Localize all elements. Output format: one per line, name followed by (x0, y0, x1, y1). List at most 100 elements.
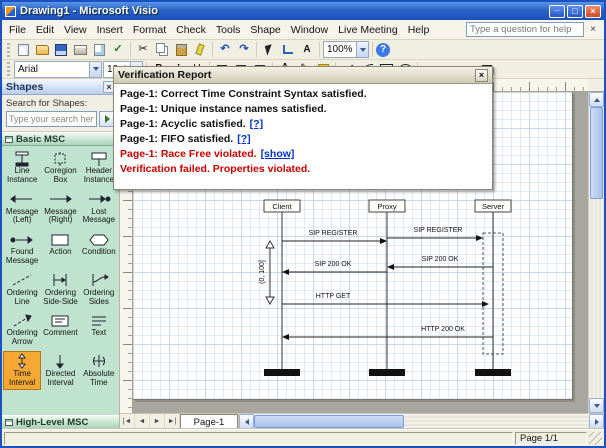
message-http-get[interactable]: HTTP GET (282, 293, 489, 307)
lifeline-client-end-bar[interactable] (264, 369, 300, 376)
redo-button[interactable] (235, 41, 253, 58)
paste-button[interactable] (172, 41, 190, 58)
scroll-up-button[interactable] (589, 92, 604, 107)
maximize-button[interactable] (567, 4, 583, 18)
menu-help[interactable]: Help (403, 21, 435, 39)
shape-item-action[interactable]: Action (41, 229, 79, 268)
lifeline-proxy-end-bar[interactable] (369, 369, 405, 376)
lifeline-server-end-bar[interactable] (475, 369, 511, 376)
report-show-link[interactable]: [show] (261, 148, 295, 160)
horizontal-scroll-thumb[interactable] (254, 415, 404, 428)
format-painter-button[interactable] (191, 41, 209, 58)
shape-item-ordering-line[interactable]: Ordering Line (3, 270, 41, 309)
chevron-down-icon[interactable] (356, 42, 368, 57)
report-line-link[interactable]: [?] (250, 118, 263, 130)
zoom-combo[interactable]: 100% (323, 41, 369, 58)
first-page-button[interactable]: |◄ (120, 414, 135, 429)
menu-edit[interactable]: Edit (31, 21, 59, 39)
verification-report-titlebar[interactable]: Verification Report (114, 67, 492, 84)
menu-window[interactable]: Window (286, 21, 333, 39)
text-tool-button[interactable] (298, 41, 316, 58)
close-button[interactable] (585, 4, 601, 18)
shape-item-ordering-arrow[interactable]: Ordering Arrow (3, 310, 41, 349)
shape-item-lost-message[interactable]: Lost Message (80, 189, 118, 228)
toolbar-grip[interactable] (7, 42, 10, 57)
report-line-link[interactable]: [?] (237, 133, 250, 145)
scroll-left-button[interactable] (239, 414, 254, 429)
menu-live-meeting[interactable]: Live Meeting (333, 21, 403, 39)
stencil-basic-msc[interactable]: Basic MSC (2, 132, 119, 146)
shape-item-directed-interval[interactable]: Directed Interval (41, 351, 79, 390)
shape-item-line-instance[interactable]: Line Instance (3, 148, 41, 187)
shape-item-coregion-box[interactable]: Coregion Box (41, 148, 79, 187)
connector-tool-button[interactable] (279, 41, 297, 58)
shape-item-ordering-side-side[interactable]: Ordering Side-Side (41, 270, 79, 309)
lifeline-proxy[interactable]: Proxy (368, 199, 406, 376)
menu-tools[interactable]: Tools (211, 21, 246, 39)
shape-search-input[interactable] (6, 111, 97, 127)
shape-item-ordering-sides[interactable]: Ordering Sides (80, 270, 118, 309)
horizontal-scrollbar[interactable] (238, 414, 604, 429)
message-label: HTTP 200 OK (421, 326, 465, 333)
vertical-scroll-track[interactable] (589, 107, 604, 398)
shape-item-absolute-time[interactable]: Absolute Time (80, 351, 118, 390)
menu-insert[interactable]: Insert (92, 21, 128, 39)
verification-report-close-button[interactable] (475, 68, 488, 82)
menu-shape[interactable]: Shape (245, 21, 285, 39)
help-search-input[interactable] (466, 22, 584, 37)
shape-item-time-interval[interactable]: Time Interval (3, 350, 42, 390)
cut-button[interactable] (134, 41, 152, 58)
print-preview-button[interactable] (90, 41, 108, 58)
menu-view[interactable]: View (59, 21, 92, 39)
message-sip-200-ok-proxy-client[interactable]: SIP 200 OK (282, 261, 387, 275)
ordering-arrow-icon (9, 312, 35, 329)
shape-item-condition[interactable]: Condition (80, 229, 118, 268)
scroll-down-button[interactable] (589, 398, 604, 413)
print-button[interactable] (71, 41, 89, 58)
minimize-button[interactable] (549, 4, 565, 18)
new-button[interactable] (14, 41, 32, 58)
menu-format[interactable]: Format (128, 21, 171, 39)
shape-item-message-right[interactable]: Message (Right) (41, 189, 79, 228)
shape-item-found-message[interactable]: Found Message (3, 229, 41, 268)
pointer-tool-button[interactable] (260, 41, 278, 58)
font-name-value: Arial (18, 63, 39, 75)
previous-page-button[interactable]: ◄ (135, 414, 150, 429)
message-sip-register-proxy-server[interactable]: SIP REGISTER (387, 227, 483, 241)
spelling-button[interactable] (109, 41, 127, 58)
new-icon (17, 43, 29, 56)
copy-button[interactable] (153, 41, 171, 58)
shape-item-comment[interactable]: Comment (41, 310, 79, 349)
horizontal-scroll-track[interactable] (254, 414, 589, 429)
message-sip-200-ok-server-proxy[interactable]: SIP 200 OK (387, 256, 493, 270)
menu-file[interactable]: File (4, 21, 31, 39)
document-close-button[interactable] (586, 23, 600, 37)
ordering-line-icon (9, 272, 35, 289)
lifeline-client[interactable]: Client (263, 199, 301, 376)
tab-page-1[interactable]: Page-1 (180, 414, 238, 429)
shape-item-message-left[interactable]: Message (Left) (3, 189, 41, 228)
scroll-right-button[interactable] (589, 414, 604, 429)
resize-grip[interactable] (589, 431, 602, 445)
stencil-high-level-msc[interactable]: High-Level MSC (2, 415, 119, 429)
save-button[interactable] (52, 41, 70, 58)
lifeline-server[interactable]: Server (474, 199, 512, 376)
stencil-icon (5, 418, 13, 426)
next-page-button[interactable]: ► (150, 414, 165, 429)
chevron-down-icon[interactable] (89, 61, 101, 77)
open-button[interactable] (33, 41, 51, 58)
visio-app-icon (5, 5, 16, 17)
report-line-text: Page-1: Unique instance names satisfied. (120, 103, 327, 115)
vertical-scroll-thumb[interactable] (590, 107, 603, 199)
shape-item-text[interactable]: Text (80, 310, 118, 349)
undo-button[interactable] (216, 41, 234, 58)
help-button[interactable] (376, 42, 390, 57)
toolbar-grip[interactable] (7, 62, 10, 76)
last-page-button[interactable]: ►| (165, 414, 180, 429)
time-interval-label: (0, 100] (259, 260, 266, 284)
menu-check[interactable]: Check (171, 21, 211, 39)
vertical-scrollbar[interactable] (588, 92, 604, 413)
message-sip-register-client-proxy[interactable]: SIP REGISTER (282, 230, 387, 244)
time-interval-constraint[interactable]: (0, 100] (259, 239, 275, 306)
font-name-combo[interactable]: Arial (14, 60, 102, 78)
